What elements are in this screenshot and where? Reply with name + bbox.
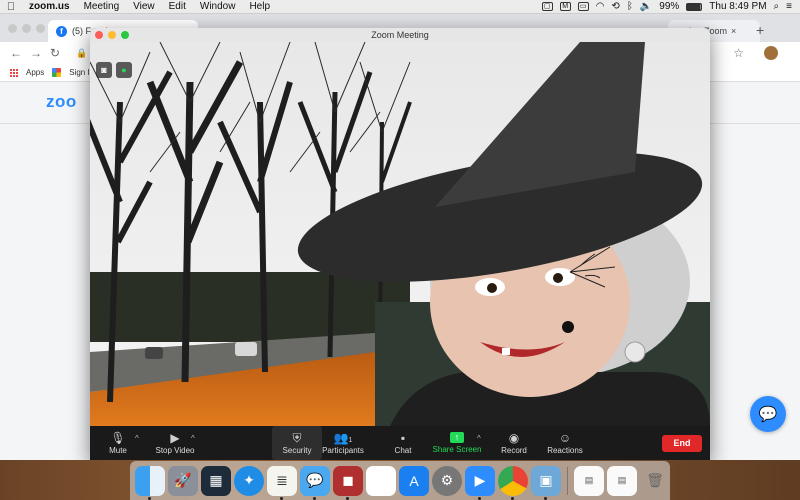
browser-window-controls [8, 24, 45, 33]
tab-close-icon[interactable]: × [731, 26, 736, 36]
zoom-app-icon[interactable]: ▶ [465, 465, 495, 500]
shield-icon: ⛨ [292, 431, 302, 445]
share-screen-label: Share Screen [432, 445, 482, 454]
stop-video-label: Stop Video [155, 446, 195, 455]
menu-edit[interactable]: Edit [162, 1, 193, 12]
chrome-icon[interactable] [498, 465, 528, 500]
zoom-status-icon[interactable]: ▢ [541, 2, 553, 11]
zoom-minimize-button[interactable] [108, 31, 116, 39]
apps-grid-icon [10, 68, 18, 77]
zoom-window-controls [95, 31, 129, 39]
menu-window[interactable]: Window [193, 1, 243, 12]
time-machine-icon[interactable]: ⟲ [611, 1, 619, 12]
menu-view[interactable]: View [126, 1, 162, 12]
spider-drawing [562, 321, 574, 333]
zoom-title-bar: Zoom Meeting [90, 28, 710, 42]
launchpad-icon[interactable]: 🚀 [168, 465, 198, 496]
tooth [502, 348, 510, 355]
participants-label: Participants [322, 446, 364, 455]
dock: 🚀 ▦ ✦ ≣ 💬 ◼ ✿ A ⚙ ▶ ▣ ▤ ▤ 🗑 [130, 461, 670, 500]
zoom-close-button[interactable] [95, 31, 103, 39]
battery-icon[interactable] [686, 2, 703, 11]
camera-overlay-icon[interactable]: ◙ [96, 62, 112, 78]
bookmark-sign-in[interactable]: Sign I [69, 68, 89, 77]
safari-icon[interactable]: ✦ [234, 465, 264, 496]
participants-icon: 👥1 [333, 431, 353, 445]
document-stack-icon[interactable]: ▤ [574, 465, 604, 496]
reload-icon[interactable]: ↻ [50, 46, 60, 60]
messages-icon[interactable]: 💬 [300, 465, 330, 500]
volume-icon[interactable]: 🔈 [640, 1, 652, 12]
wifi-icon[interactable]: ◠ [596, 1, 605, 12]
share-arrow-icon: ↑ [450, 432, 464, 443]
record-label: Record [501, 446, 527, 455]
preview-icon[interactable]: ▣ [531, 465, 561, 500]
control-center-icon[interactable]: ≡ [786, 1, 792, 12]
dock-separator [567, 466, 568, 495]
zoom-meeting-window: Zoom Meeting ◙ ● 🎙 Mute ^ ▶ Stop Video ^… [90, 28, 710, 460]
google-icon [52, 68, 62, 77]
menu-bar:  zoom.us Meeting View Edit Window Help … [0, 0, 800, 14]
video-camera-icon: ▶ [170, 431, 180, 445]
menu-app-name[interactable]: zoom.us [22, 1, 77, 12]
back-icon[interactable]: ← [10, 46, 22, 60]
video-feed[interactable]: ◙ ● [90, 42, 710, 426]
meeting-toolbar: 🎙 Mute ^ ▶ Stop Video ^ ⛨ Security 👥1 Pa… [90, 426, 710, 460]
apple-icon[interactable]:  [0, 1, 22, 13]
new-tab-button[interactable]: + [756, 22, 764, 38]
browser-close-button[interactable] [8, 24, 17, 33]
trash-icon[interactable]: 🗑 [640, 466, 670, 496]
stop-video-button[interactable]: ▶ Stop Video [140, 426, 210, 460]
app-store-icon[interactable]: A [399, 465, 429, 496]
smiley-plus-icon: ☺ [558, 431, 572, 445]
participants-count: 1 [348, 437, 353, 444]
profile-avatar[interactable] [764, 46, 778, 60]
audio-options-chevron-icon[interactable]: ^ [135, 434, 139, 443]
reactions-label: Reactions [547, 446, 583, 455]
zoom-logo[interactable]: zoo [46, 92, 77, 112]
bookmark-apps[interactable]: Apps [26, 68, 44, 77]
menu-meeting[interactable]: Meeting [77, 1, 127, 12]
system-preferences-icon[interactable]: ⚙ [432, 465, 462, 496]
airplay-icon[interactable]: ▭ [577, 2, 589, 11]
video-overlay-controls: ◙ ● [96, 62, 132, 78]
chat-bubble-icon: 💬 [758, 406, 778, 423]
browser-zoom-button[interactable] [36, 24, 45, 33]
clock[interactable]: Thu 8:49 PM [709, 1, 766, 12]
mute-label: Mute [109, 446, 127, 455]
facebook-icon: f [56, 25, 67, 37]
end-meeting-button[interactable]: End [662, 435, 702, 452]
notes-icon[interactable]: ≣ [267, 465, 297, 500]
menu-help[interactable]: Help [242, 1, 277, 12]
finder-icon[interactable] [135, 465, 165, 500]
reactions-button[interactable]: ☺ Reactions [530, 426, 600, 460]
distant-trees [90, 272, 410, 342]
bluetooth-icon[interactable]: ᛒ [627, 1, 633, 12]
downloads-stack-icon[interactable]: ▤ [607, 465, 637, 496]
white-car [235, 342, 257, 356]
video-scene [90, 42, 710, 426]
browser-minimize-button[interactable] [22, 24, 31, 33]
dashboard-icon[interactable]: ▦ [201, 465, 231, 496]
zoom-fullscreen-button[interactable] [121, 31, 129, 39]
help-chat-button[interactable]: 💬 [750, 396, 786, 432]
battery-percent[interactable]: 99% [659, 1, 679, 12]
dark-car [145, 347, 163, 359]
forward-icon[interactable]: → [30, 46, 42, 60]
search-icon[interactable]: ⌕ [774, 1, 780, 12]
chat-icon: ▪ [400, 431, 406, 445]
status-area: ▢ M ▭ ◠ ⟲ ᛒ 🔈 99% Thu 8:49 PM ⌕ ≡ [541, 1, 800, 12]
microphone-icon: 🎙 [110, 431, 126, 445]
pearl-earring [624, 341, 646, 363]
shield-overlay-icon[interactable]: ● [116, 62, 132, 78]
photo-booth-icon[interactable]: ◼ [333, 465, 363, 500]
lock-icon[interactable]: 🔒 [76, 48, 87, 59]
bookmark-star-icon[interactable]: ☆ [733, 46, 744, 60]
video-options-chevron-icon[interactable]: ^ [191, 434, 195, 443]
zoom-window-title: Zoom Meeting [371, 30, 429, 40]
photos-icon[interactable]: ✿ [366, 465, 396, 496]
mail-status-icon[interactable]: M [559, 2, 571, 11]
record-icon: ◉ [508, 431, 520, 445]
chat-label: Chat [394, 446, 412, 455]
